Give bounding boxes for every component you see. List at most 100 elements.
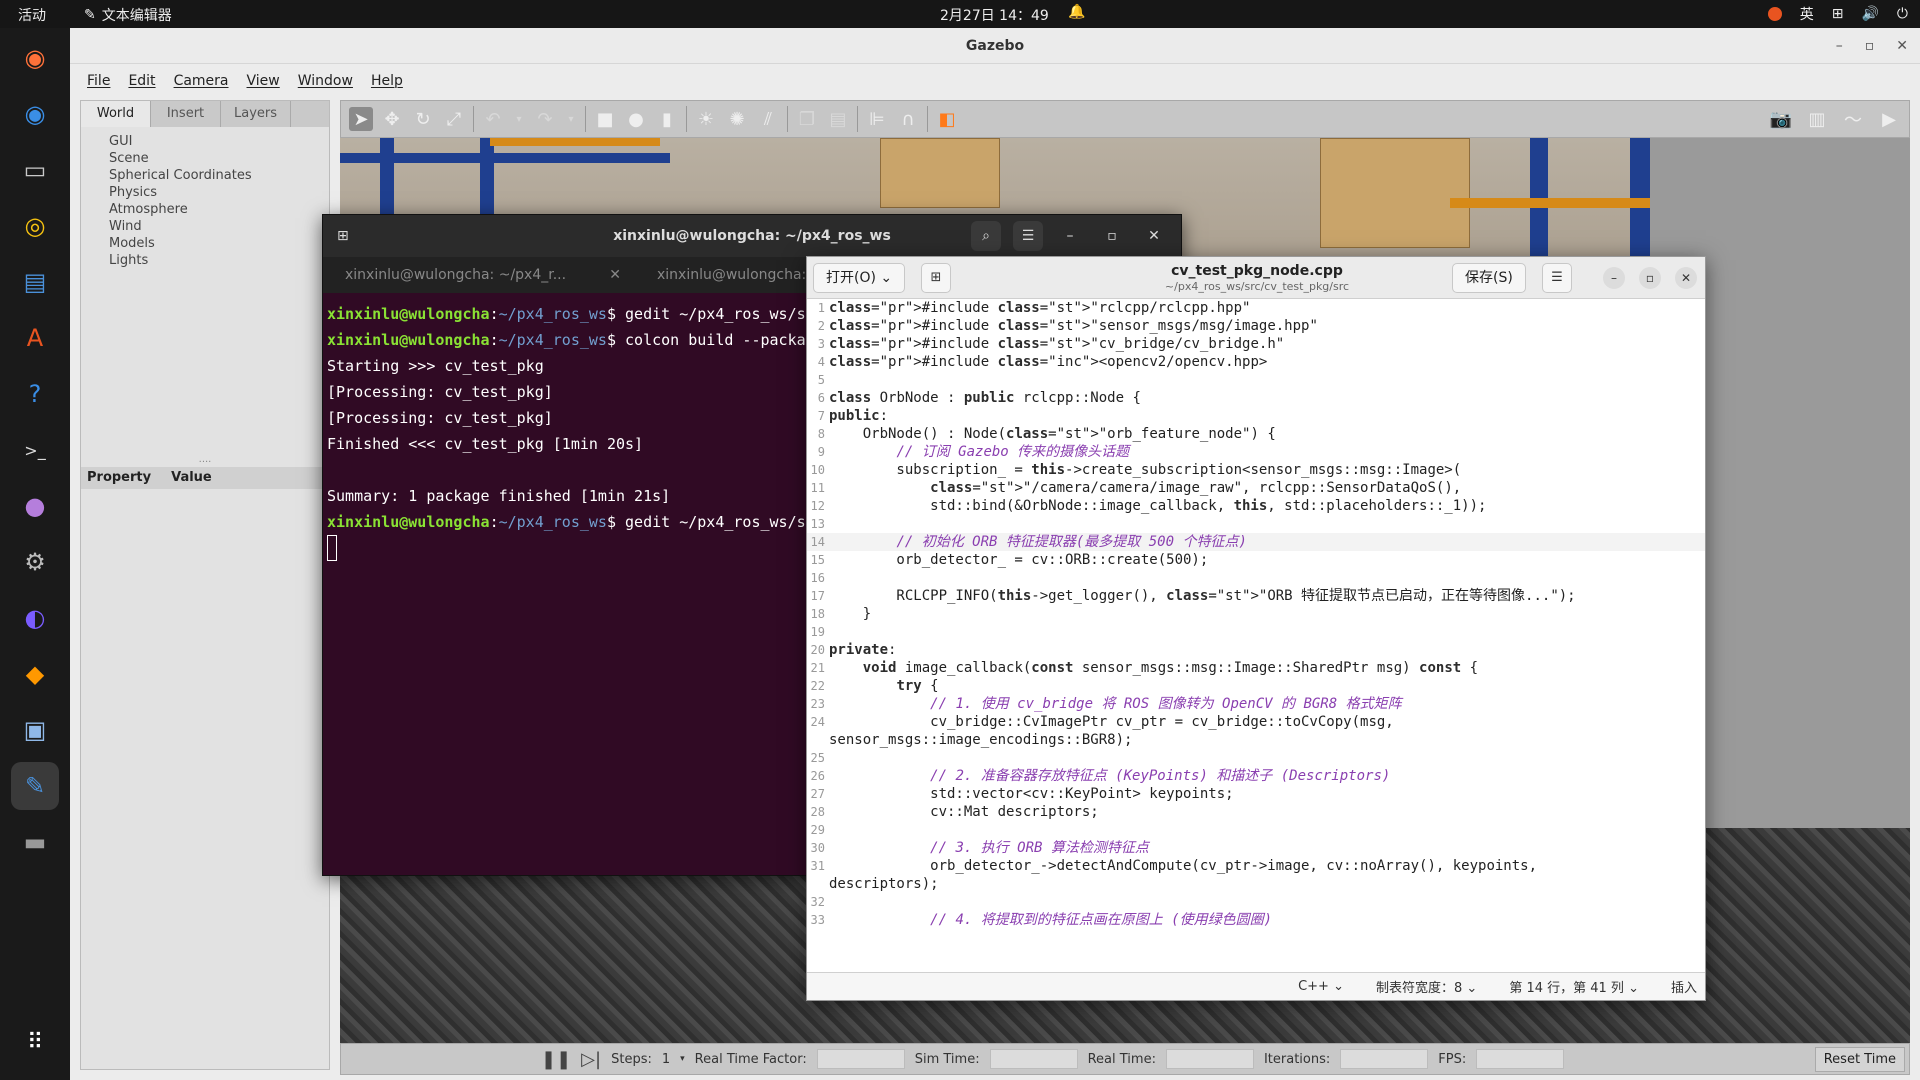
cat-app-icon[interactable]: ● [11,482,59,530]
firefox-icon[interactable]: ◉ [11,34,59,82]
tab-insert[interactable]: Insert [151,101,221,127]
redo-icon[interactable]: ↷ [533,107,557,131]
maximize-icon[interactable]: ▫ [1097,221,1127,251]
power-icon[interactable]: ⏻ [1897,6,1908,22]
maximize-icon[interactable]: ▫ [1865,28,1875,64]
select-mode-icon[interactable]: ➤ [349,107,373,131]
tab-width-selector[interactable]: 制表符宽度：8 ⌄ [1376,977,1477,996]
menu-window[interactable]: Window [291,73,360,89]
activities-button[interactable]: 活动 [18,5,46,25]
hamburger-menu-icon[interactable]: ☰ [1542,263,1572,293]
scale-mode-icon[interactable]: ⤢ [442,107,466,131]
snap-icon[interactable]: ∩ [896,107,920,131]
drive-icon[interactable]: ▬ [11,818,59,866]
writer-icon[interactable]: ▤ [11,258,59,306]
code-text: orb_detector_->detectAndCompute(cv_ptr->… [829,858,1538,874]
rotate-mode-icon[interactable]: ↻ [411,107,435,131]
tab-world[interactable]: World [81,101,151,127]
text-editor-icon[interactable]: ✎ [11,762,59,810]
align-icon[interactable]: ⊫ [865,107,889,131]
terminal-output[interactable]: xinxinlu@wulongcha:~/px4_ros_ws$ gedit ~… [323,293,807,569]
gedit-headerbar[interactable]: 打开(O) ⌄ ⊞ cv_test_pkg_node.cpp ~/px4_ros… [807,257,1705,299]
paste-icon[interactable]: ▤ [826,107,850,131]
splitter-handle[interactable]: .... [81,455,329,467]
step-icon[interactable]: ▷| [581,1049,601,1070]
tree-item[interactable]: Models [109,235,329,252]
tree-item[interactable]: Spherical Coordinates [109,167,329,184]
directional-light-icon[interactable]: ⫽ [756,107,780,131]
menu-file[interactable]: File [80,73,117,89]
new-document-icon[interactable]: ⊞ [921,263,951,293]
undo-icon[interactable]: ↶ [481,107,505,131]
minimize-icon[interactable]: – [1603,267,1625,289]
app-center-icon[interactable]: A [11,314,59,362]
terminal-titlebar[interactable]: ⊞ xinxinlu@wulongcha: ~/px4_ros_ws ⌕ ☰ –… [323,215,1181,257]
terminal-tab[interactable]: xinxinlu@wulongcha: ~/px4_r... ✕ [323,257,635,293]
tab-layers[interactable]: Layers [221,101,291,127]
save-button[interactable]: 保存(S) [1452,263,1526,293]
plot-icon[interactable]: 〜 [1841,107,1865,131]
change-view-icon[interactable]: ◧ [935,107,959,131]
code-editor[interactable]: 1 class="pr">#include class="st">"rclcpp/… [807,299,1705,973]
screenshot-icon[interactable]: 📷 [1769,107,1793,131]
rhythmbox-icon[interactable]: ◎ [11,202,59,250]
help-icon[interactable]: ? [11,370,59,418]
copy-icon[interactable]: ❐ [795,107,819,131]
settings-icon[interactable]: ⚙ [11,538,59,586]
menu-view[interactable]: View [240,73,287,89]
input-method-indicator[interactable]: 英 [1800,4,1814,24]
search-icon[interactable]: ⌕ [971,221,1001,251]
log-icon[interactable]: ▥ [1805,107,1829,131]
code-text: std::vector<cv::KeyPoint> keypoints; [829,786,1234,802]
tree-item[interactable]: Atmosphere [109,201,329,218]
minimize-icon[interactable]: – [1836,28,1843,64]
close-icon[interactable]: ✕ [1139,221,1169,251]
clock[interactable]: 2月27日 14：49 [940,5,1049,25]
network-icon[interactable]: ⊞ [1832,6,1844,22]
point-light-icon[interactable]: ☀ [694,107,718,131]
video-record-icon[interactable]: ▶ [1877,107,1901,131]
maximize-icon[interactable]: ▫ [1639,267,1661,289]
tree-item[interactable]: Wind [109,218,329,235]
sphere-shape-icon[interactable]: ● [624,107,648,131]
translate-mode-icon[interactable]: ✥ [380,107,404,131]
hamburger-menu-icon[interactable]: ☰ [1013,221,1043,251]
qgroundcontrol-icon[interactable]: ◐ [11,594,59,642]
close-icon[interactable]: ✕ [1675,267,1697,289]
files-icon[interactable]: ▭ [11,146,59,194]
chevron-down-icon[interactable]: ▾ [512,107,526,131]
active-app-menu[interactable]: ✎ 文本编辑器 [84,5,172,25]
terminal-icon[interactable]: >_ [11,426,59,474]
steps-value[interactable]: 1 [662,1052,670,1067]
chevron-down-icon[interactable]: ▾ [680,1054,685,1064]
tree-item[interactable]: Scene [109,150,329,167]
close-tab-icon[interactable]: ✕ [609,257,621,293]
tree-item[interactable]: GUI [109,133,329,150]
spot-light-icon[interactable]: ✺ [725,107,749,131]
cylinder-shape-icon[interactable]: ▮ [655,107,679,131]
minimize-icon[interactable]: – [1055,221,1085,251]
system-tray[interactable]: 英 ⊞ 🔊 ⏻ [1767,4,1908,24]
tree-item[interactable]: Lights [109,252,329,269]
close-icon[interactable]: ✕ [1896,28,1908,64]
pause-icon[interactable]: ❚❚ [541,1049,571,1070]
sublime-icon[interactable]: ◆ [11,650,59,698]
new-tab-icon[interactable]: ⊞ [337,215,349,257]
chevron-down-icon[interactable]: ▾ [564,107,578,131]
volume-icon[interactable]: 🔊 [1861,6,1878,22]
menu-edit[interactable]: Edit [121,73,162,89]
reset-time-button[interactable]: Reset Time [1814,1046,1905,1072]
thunderbird-icon[interactable]: ◉ [11,90,59,138]
open-file-button[interactable]: 打开(O) ⌄ [813,263,906,293]
code-line: 32 [807,893,1705,911]
app-grid-icon[interactable]: ⠿ [11,1018,59,1066]
image-viewer-icon[interactable]: ▣ [11,706,59,754]
menu-camera[interactable]: Camera [167,73,236,89]
gazebo-titlebar[interactable]: Gazebo – ▫ ✕ [70,28,1920,64]
menu-help[interactable]: Help [364,73,410,89]
language-selector[interactable]: C++ ⌄ [1298,979,1344,994]
cursor-position-selector[interactable]: 第 14 行，第 41 列 ⌄ [1509,977,1639,996]
notification-app-icon[interactable] [1767,7,1782,21]
box-shape-icon[interactable]: ■ [593,107,617,131]
tree-item[interactable]: Physics [109,184,329,201]
